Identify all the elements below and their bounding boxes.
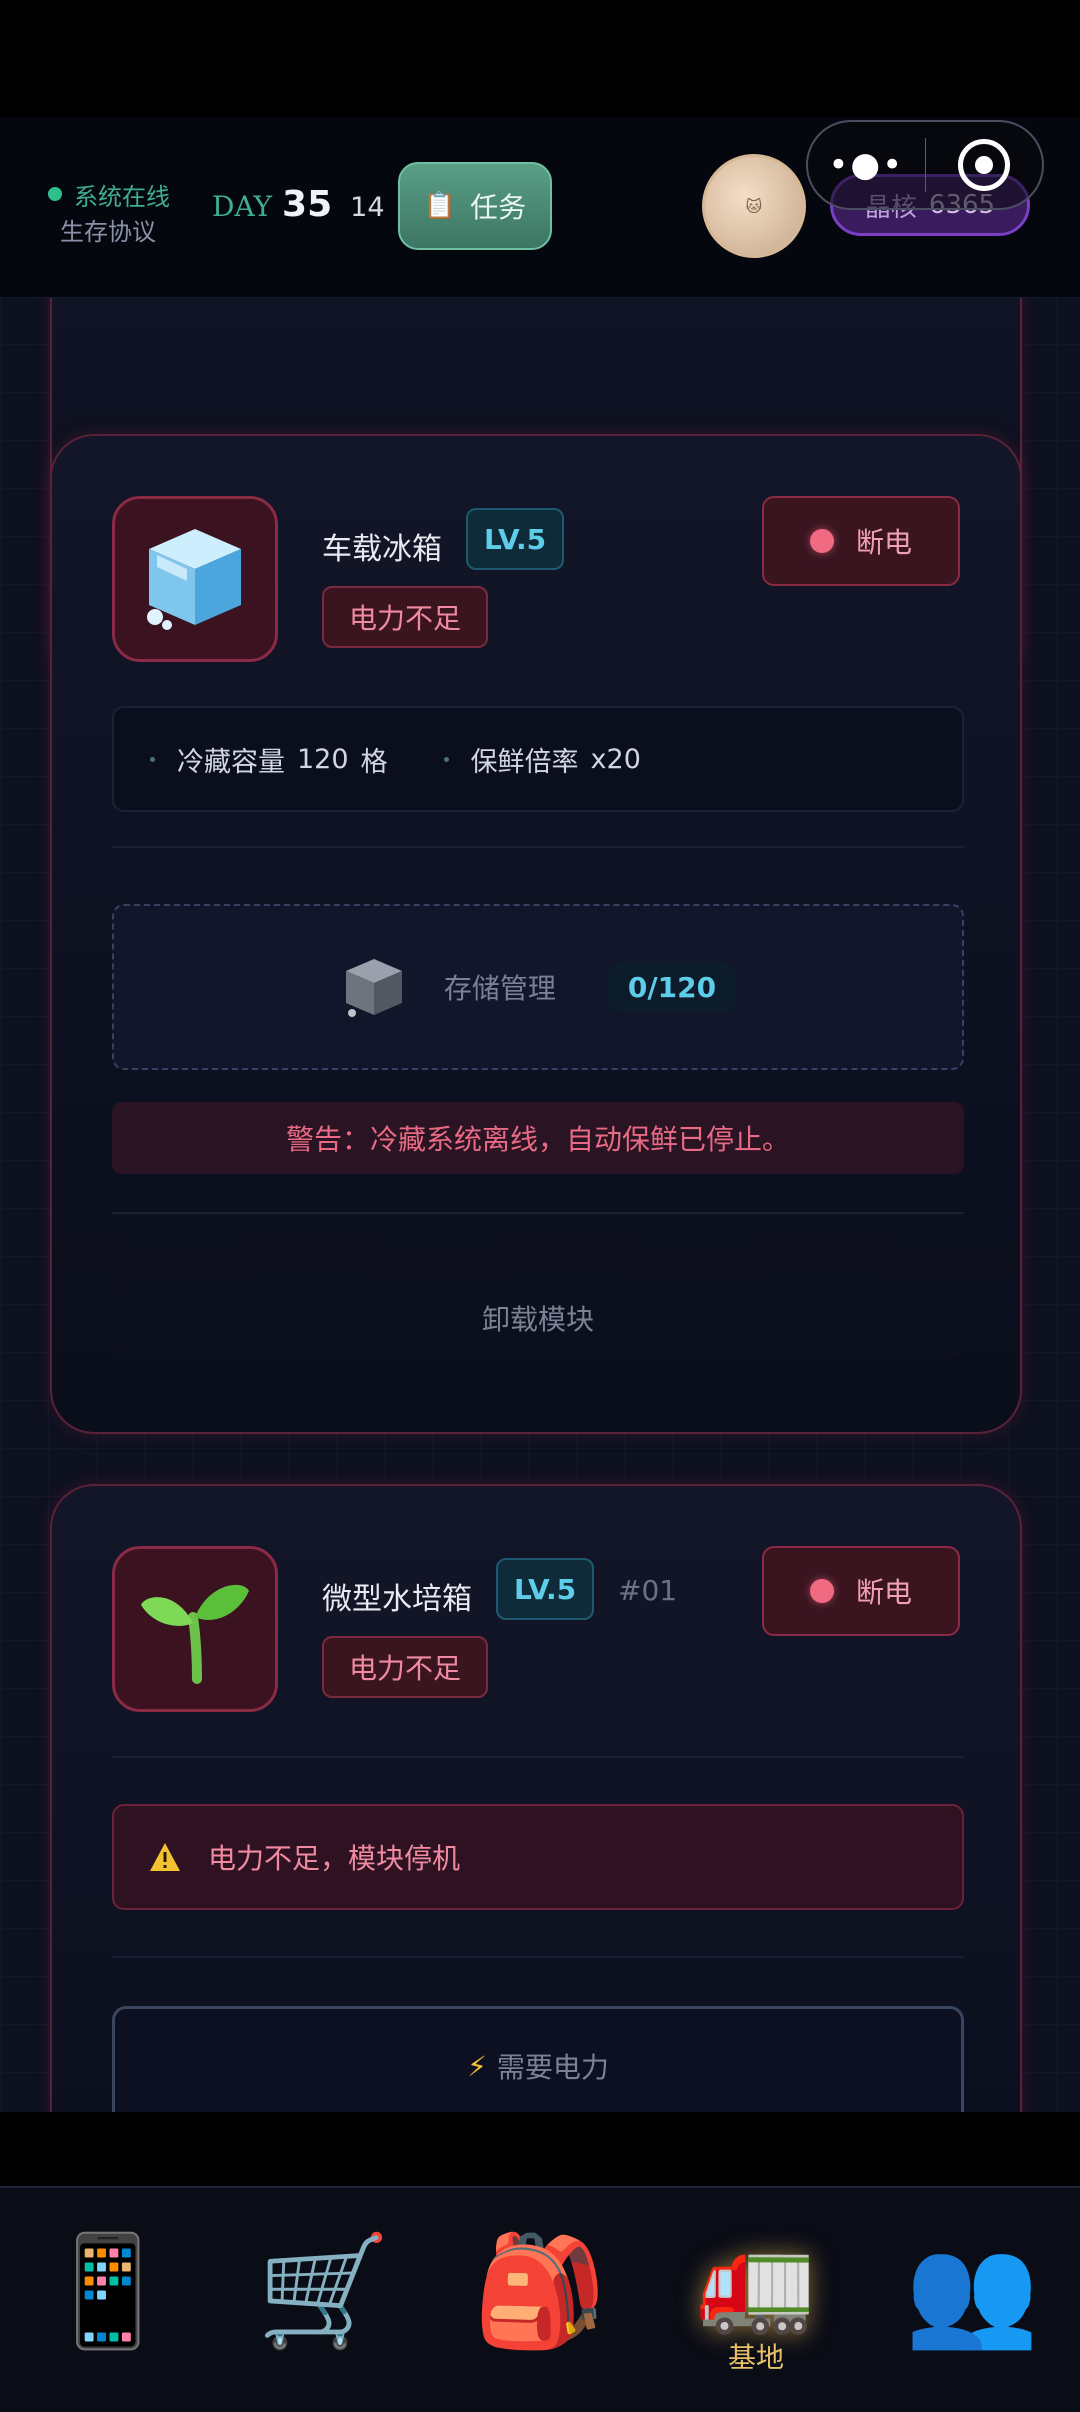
target-icon [957, 139, 1010, 191]
cat-icon: 🐱 [745, 196, 763, 216]
storage-count-badge: 0/120 [607, 962, 737, 1012]
lightning-icon: ⚡ [467, 2049, 487, 2083]
status-protocol-text: 生存协议 [60, 218, 156, 246]
day-number: 35 [282, 184, 333, 225]
module-card-fridge: 车载冰箱 LV.5 电力不足 断电 冷藏容量 120 格 保鲜倍率 x20 存储… [50, 434, 1022, 1434]
day-time: 14 [350, 192, 385, 223]
power-off-button[interactable]: 断电 [762, 496, 960, 586]
power-status-dot-icon [809, 1579, 834, 1603]
day-counter: DAY 35 14 [212, 184, 385, 225]
people-icon: 👥 [904, 2229, 1040, 2354]
module-stopped-alert: 电力不足，模块停机 [112, 1804, 964, 1910]
system-status-bar [0, 0, 1080, 118]
power-button-label: 断电 [855, 1576, 912, 1609]
module-card-hydroponics: 微型水培箱 LV.5 #01 电力不足 断电 电力不足，模块停机 ⚡ 需要电力 [50, 1484, 1022, 2112]
cooling-offline-warning: 警告：冷藏系统离线，自动保鲜已停止。 [112, 1102, 964, 1174]
miniprogram-capsule: •●• [806, 120, 1044, 210]
power-off-button[interactable]: 断电 [762, 1546, 960, 1636]
stop-alert-text: 电力不足，模块停机 [208, 1842, 461, 1875]
level-badge: LV.5 [496, 1558, 595, 1620]
storage-label: 存储管理 [443, 972, 556, 1005]
nav-item-phone[interactable]: 📱 [0, 2188, 216, 2412]
phone-icon: 📱 [40, 2229, 176, 2354]
bottom-nav: 📱 🛒 🎒 🚛 基地 👥 [0, 2186, 1080, 2412]
fresh-label: 保鲜倍率 [470, 746, 579, 778]
bullet-icon [443, 756, 449, 762]
divider [112, 846, 964, 848]
nav-item-base[interactable]: 🚛 基地 [648, 2188, 864, 2412]
day-label: DAY [212, 190, 273, 223]
fridge-stats-panel: 冷藏容量 120 格 保鲜倍率 x20 [112, 706, 964, 812]
power-status-dot-icon [809, 529, 834, 553]
backpack-icon: 🎒 [472, 2229, 608, 2354]
capacity-unit: 格 [360, 746, 388, 778]
level-badge: LV.5 [466, 508, 565, 570]
task-button[interactable]: 📋 任务 [398, 162, 552, 250]
power-button-label: 断电 [855, 526, 912, 559]
ice-cube-icon [147, 529, 241, 630]
clipboard-icon: 📋 [423, 191, 457, 221]
need-power-label: 需要电力 [496, 2051, 609, 2084]
task-button-label: 任务 [470, 191, 527, 224]
seedling-icon [141, 1584, 249, 1684]
power-shortage-tag: 电力不足 [322, 586, 488, 648]
warning-triangle-icon [150, 1843, 180, 1871]
module-name: 微型水培箱 [322, 1582, 472, 1617]
nav-item-shop[interactable]: 🛒 [216, 2188, 432, 2412]
nav-item-backpack[interactable]: 🎒 [432, 2188, 648, 2412]
capacity-label: 冷藏容量 [177, 746, 285, 778]
nav-label-base: 基地 [727, 2341, 784, 2374]
close-miniprogram-button[interactable] [925, 139, 1042, 191]
module-id: #01 [618, 1574, 678, 1607]
divider [112, 1212, 964, 1214]
module-list[interactable]: 车载冰箱 LV.5 电力不足 断电 冷藏容量 120 格 保鲜倍率 x20 存储… [0, 296, 1080, 2112]
bottom-spacer [0, 2112, 1080, 2186]
top-header: 系统在线 生存协议 DAY 35 14 📋 任务 晶核 6365 🐱 •●• [0, 118, 1080, 298]
capacity-value: 120 [297, 743, 349, 775]
storage-manage-button[interactable]: 存储管理 0/120 [112, 904, 964, 1070]
nav-item-social[interactable]: 👥 [864, 2188, 1080, 2412]
module-name: 车载冰箱 [322, 532, 442, 567]
power-shortage-tag: 电力不足 [322, 1636, 488, 1698]
hydroponics-module-icon-box [112, 1546, 278, 1712]
status-online-text: 系统在线 [74, 182, 170, 211]
need-power-button[interactable]: ⚡ 需要电力 [112, 2006, 964, 2112]
avatar[interactable]: 🐱 [702, 154, 806, 258]
divider [112, 1956, 964, 1958]
truck-icon: 🚛 [696, 2226, 816, 2338]
storage-box-icon [345, 959, 402, 1017]
fresh-value: x20 [590, 743, 641, 775]
cart-icon: 🛒 [256, 2229, 392, 2354]
more-menu-button[interactable]: •●• [808, 145, 925, 185]
divider [112, 1756, 964, 1758]
system-status: 系统在线 生存协议 [48, 178, 170, 247]
fridge-module-icon-box [112, 496, 278, 662]
app-screen: 车载冰箱 LV.5 电力不足 断电 冷藏容量 120 格 保鲜倍率 x20 存储… [0, 0, 1080, 2412]
online-dot-icon [48, 187, 62, 201]
bullet-icon [150, 756, 155, 762]
unload-module-button[interactable]: 卸载模块 [112, 1278, 964, 1358]
